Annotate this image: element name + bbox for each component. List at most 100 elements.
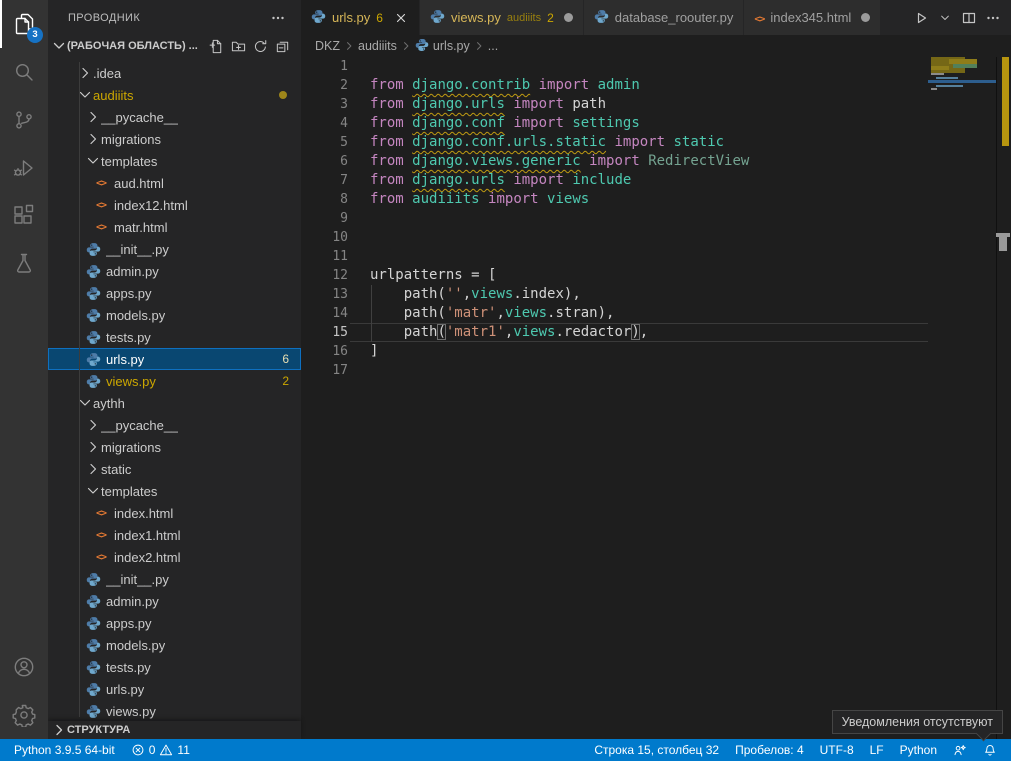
status-cursor-position[interactable]: Строка 15, столбец 32	[586, 739, 727, 761]
tree-item-aythh[interactable]: aythh	[48, 392, 301, 414]
overview-ruler[interactable]	[996, 57, 1011, 739]
tree-item--idea[interactable]: .idea	[48, 62, 301, 84]
tree-item-templates[interactable]: templates	[48, 150, 301, 172]
tab-urls-py[interactable]: urls.py6	[301, 0, 420, 35]
workspace-section-header[interactable]: (РАБОЧАЯ ОБЛАСТЬ) ...	[48, 35, 301, 57]
tree-item-urls-py[interactable]: urls.py6	[48, 348, 301, 370]
code-line[interactable]: 1	[301, 57, 1011, 76]
code-line[interactable]: 12urlpatterns = [	[301, 266, 1011, 285]
code-line[interactable]: 4from django.conf import settings	[301, 114, 1011, 133]
tree-item--init-py[interactable]: __init__.py	[48, 238, 301, 260]
tree-item-audiiits[interactable]: audiiits	[48, 84, 301, 106]
tree-item-migrations[interactable]: migrations	[48, 436, 301, 458]
activity-bar-item-explorer[interactable]: 3	[0, 0, 48, 48]
code-line[interactable]: 15 path('matr1',views.redactor),	[301, 323, 1011, 342]
tree-item-apps-py[interactable]: apps.py	[48, 282, 301, 304]
code-editor[interactable]: 12from django.contrib import admin3from …	[301, 57, 1011, 739]
status-notifications[interactable]	[975, 739, 1005, 761]
code-line[interactable]: 6from django.views.generic import Redire…	[301, 152, 1011, 171]
dirty-indicator[interactable]	[564, 13, 573, 22]
tab-views-py[interactable]: views.pyaudiiits2	[420, 0, 584, 35]
tree-item-models-py[interactable]: models.py	[48, 304, 301, 326]
tree-item-views-py[interactable]: views.py	[48, 700, 301, 721]
tree-item--init-py[interactable]: __init__.py	[48, 568, 301, 590]
line-number[interactable]: 10	[301, 228, 348, 247]
split-editor-icon[interactable]	[959, 7, 979, 29]
tree-item-tests-py[interactable]: tests.py	[48, 326, 301, 348]
activity-bar-item-testing[interactable]	[0, 240, 48, 288]
activity-bar-item-account[interactable]	[0, 643, 48, 691]
tree-item-index12-html[interactable]: <>index12.html	[48, 194, 301, 216]
more-actions-icon[interactable]	[983, 7, 1003, 29]
tree-item-admin-py[interactable]: admin.py	[48, 590, 301, 612]
line-number[interactable]: 13	[301, 285, 348, 304]
tree-item-admin-py[interactable]: admin.py	[48, 260, 301, 282]
status-eol[interactable]: LF	[862, 739, 892, 761]
tree-item-index2-html[interactable]: <>index2.html	[48, 546, 301, 568]
tab-index345-html[interactable]: <>index345.html	[744, 0, 881, 35]
new-file-icon[interactable]	[207, 37, 225, 55]
line-number[interactable]: 16	[301, 342, 348, 361]
breadcrumb-item[interactable]: audiiits	[358, 39, 397, 53]
tree-item-static[interactable]: static	[48, 458, 301, 480]
tree-item-index-html[interactable]: <>index.html	[48, 502, 301, 524]
tree-item-tests-py[interactable]: tests.py	[48, 656, 301, 678]
run-icon[interactable]	[911, 7, 931, 29]
tree-item-templates[interactable]: templates	[48, 480, 301, 502]
tree-item-matr-html[interactable]: <>matr.html	[48, 216, 301, 238]
activity-bar-item-extensions[interactable]	[0, 192, 48, 240]
line-number[interactable]: 11	[301, 247, 348, 266]
line-number[interactable]: 4	[301, 114, 348, 133]
code-line[interactable]: 2from django.contrib import admin	[301, 76, 1011, 95]
tree-item--pycache-[interactable]: __pycache__	[48, 414, 301, 436]
code-line[interactable]: 16]	[301, 342, 1011, 361]
code-line[interactable]: 9	[301, 209, 1011, 228]
line-number[interactable]: 2	[301, 76, 348, 95]
line-number[interactable]: 8	[301, 190, 348, 209]
run-dropdown-icon[interactable]	[935, 7, 955, 29]
status-feedback[interactable]	[945, 739, 975, 761]
code-line[interactable]: 8from audiiits import views	[301, 190, 1011, 209]
status-indentation[interactable]: Пробелов: 4	[727, 739, 812, 761]
activity-bar-item-run-debug[interactable]	[0, 144, 48, 192]
line-number[interactable]: 9	[301, 209, 348, 228]
tree-item--pycache-[interactable]: __pycache__	[48, 106, 301, 128]
tree-item-urls-py[interactable]: urls.py	[48, 678, 301, 700]
code-line[interactable]: 7from django.urls import include	[301, 171, 1011, 190]
status-encoding[interactable]: UTF-8	[812, 739, 862, 761]
tree-item-migrations[interactable]: migrations	[48, 128, 301, 150]
more-actions-icon[interactable]	[269, 9, 287, 27]
tree-item-models-py[interactable]: models.py	[48, 634, 301, 656]
new-folder-icon[interactable]	[229, 37, 247, 55]
status-python-interpreter[interactable]: Python 3.9.5 64-bit	[6, 739, 123, 761]
code-line[interactable]: 3from django.urls import path	[301, 95, 1011, 114]
breadcrumb-item[interactable]: urls.py	[415, 38, 470, 55]
line-number[interactable]: 6	[301, 152, 348, 171]
status-problems[interactable]: 011	[123, 739, 198, 761]
status-language-mode[interactable]: Python	[892, 739, 945, 761]
line-number[interactable]: 5	[301, 133, 348, 152]
collapse-all-icon[interactable]	[273, 37, 291, 55]
line-number[interactable]: 7	[301, 171, 348, 190]
tree-item-aud-html[interactable]: <>aud.html	[48, 172, 301, 194]
tab-database-roouter-py[interactable]: database_roouter.py	[584, 0, 745, 35]
tree-item-apps-py[interactable]: apps.py	[48, 612, 301, 634]
line-number[interactable]: 3	[301, 95, 348, 114]
minimap[interactable]	[928, 57, 996, 152]
line-number[interactable]: 14	[301, 304, 348, 323]
tree-item-views-py[interactable]: views.py2	[48, 370, 301, 392]
activity-bar-item-source-control[interactable]	[0, 96, 48, 144]
breadcrumb-item[interactable]: DKZ	[315, 39, 340, 53]
close-icon[interactable]	[393, 10, 409, 26]
line-number[interactable]: 15	[301, 323, 348, 342]
activity-bar-item-search[interactable]	[0, 48, 48, 96]
line-number[interactable]: 17	[301, 361, 348, 380]
code-line[interactable]: 10	[301, 228, 1011, 247]
outline-section-header[interactable]: СТРУКТУРА	[48, 721, 301, 739]
activity-bar-item-settings[interactable]	[0, 691, 48, 739]
code-line[interactable]: 14 path('matr',views.stran),	[301, 304, 1011, 323]
refresh-icon[interactable]	[251, 37, 269, 55]
code-line[interactable]: 11	[301, 247, 1011, 266]
code-line[interactable]: 5from django.conf.urls.static import sta…	[301, 133, 1011, 152]
breadcrumb-item[interactable]: ...	[488, 39, 498, 53]
